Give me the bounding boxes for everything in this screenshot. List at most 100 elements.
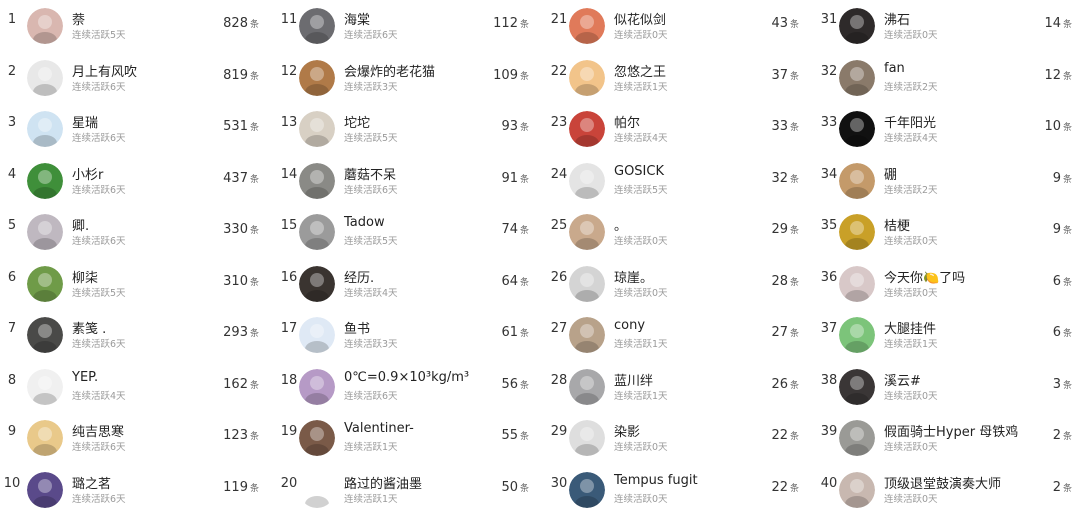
user-name[interactable]: 蓝川绊 bbox=[614, 370, 653, 389]
avatar[interactable] bbox=[839, 214, 875, 250]
leaderboard-row[interactable]: 27cony连续活跃1天27条 bbox=[541, 309, 811, 361]
avatar[interactable] bbox=[569, 266, 605, 302]
avatar[interactable] bbox=[27, 420, 63, 456]
leaderboard-row[interactable]: 22忽悠之王连续活跃1天37条 bbox=[541, 52, 811, 104]
leaderboard-row[interactable]: 16经历.连续活跃4天64条 bbox=[271, 258, 541, 310]
leaderboard-row[interactable]: 4小杉r连续活跃6天437条 bbox=[0, 155, 271, 207]
user-name[interactable]: 星瑞 bbox=[72, 112, 98, 131]
user-name[interactable]: cony bbox=[614, 318, 645, 333]
user-name[interactable]: 纯吉思寒 bbox=[72, 421, 124, 440]
user-name[interactable]: 蘑菇不呆 bbox=[344, 164, 396, 183]
leaderboard-row[interactable]: 26琼崖。连续活跃0天28条 bbox=[541, 258, 811, 310]
leaderboard-row[interactable]: 14蘑菇不呆连续活跃6天91条 bbox=[271, 155, 541, 207]
avatar[interactable] bbox=[569, 163, 605, 199]
user-name[interactable]: 海棠 bbox=[344, 9, 370, 28]
avatar[interactable] bbox=[299, 472, 335, 508]
avatar[interactable] bbox=[299, 163, 335, 199]
leaderboard-row[interactable]: 2月上有风吹连续活跃6天819条 bbox=[0, 52, 271, 104]
leaderboard-row[interactable]: 1萘连续活跃5天828条 bbox=[0, 0, 271, 52]
user-name[interactable]: 忽悠之王 bbox=[614, 61, 666, 80]
leaderboard-row[interactable]: 15Tadow连续活跃5天74条 bbox=[271, 206, 541, 258]
user-name[interactable]: 经历. bbox=[344, 267, 374, 286]
avatar[interactable] bbox=[27, 214, 63, 250]
leaderboard-row[interactable]: 33千年阳光连续活跃4天10条 bbox=[811, 103, 1080, 155]
user-name[interactable]: Tadow bbox=[344, 215, 385, 230]
leaderboard-row[interactable]: 30Tempus fugit连续活跃0天22条 bbox=[541, 464, 811, 515]
avatar[interactable] bbox=[27, 111, 63, 147]
avatar[interactable] bbox=[299, 60, 335, 96]
avatar[interactable] bbox=[27, 472, 63, 508]
avatar[interactable] bbox=[839, 8, 875, 44]
leaderboard-row[interactable]: 11海棠连续活跃6天112条 bbox=[271, 0, 541, 52]
avatar[interactable] bbox=[839, 60, 875, 96]
avatar[interactable] bbox=[299, 214, 335, 250]
user-name[interactable]: 大腿挂件 bbox=[884, 318, 936, 337]
leaderboard-row[interactable]: 19Valentiner-连续活跃1天55条 bbox=[271, 412, 541, 464]
avatar[interactable] bbox=[299, 8, 335, 44]
avatar[interactable] bbox=[27, 369, 63, 405]
avatar[interactable] bbox=[569, 214, 605, 250]
avatar[interactable] bbox=[27, 8, 63, 44]
avatar[interactable] bbox=[569, 369, 605, 405]
avatar[interactable] bbox=[299, 369, 335, 405]
user-name[interactable]: 会爆炸的老花猫 bbox=[344, 61, 435, 80]
leaderboard-row[interactable]: 8YEP.连续活跃4天162条 bbox=[0, 361, 271, 413]
leaderboard-row[interactable]: 35桔梗连续活跃0天9条 bbox=[811, 206, 1080, 258]
leaderboard-row[interactable]: 3星瑞连续活跃6天531条 bbox=[0, 103, 271, 155]
user-name[interactable]: 萘 bbox=[72, 9, 85, 28]
leaderboard-row[interactable]: 24GOSICK连续活跃5天32条 bbox=[541, 155, 811, 207]
user-name[interactable]: 溪云# bbox=[884, 370, 921, 389]
leaderboard-row[interactable]: 12会爆炸的老花猫连续活跃3天109条 bbox=[271, 52, 541, 104]
user-name[interactable]: 。 bbox=[614, 215, 627, 234]
leaderboard-row[interactable]: 37大腿挂件连续活跃1天6条 bbox=[811, 309, 1080, 361]
avatar[interactable] bbox=[839, 369, 875, 405]
leaderboard-row[interactable]: 9纯吉思寒连续活跃6天123条 bbox=[0, 412, 271, 464]
user-name[interactable]: 似花似剑 bbox=[614, 9, 666, 28]
avatar[interactable] bbox=[27, 266, 63, 302]
user-name[interactable]: 璐之茗 bbox=[72, 473, 111, 492]
avatar[interactable] bbox=[839, 420, 875, 456]
leaderboard-row[interactable]: 23帕尔连续活跃4天33条 bbox=[541, 103, 811, 155]
avatar[interactable] bbox=[839, 472, 875, 508]
user-name[interactable]: 千年阳光 bbox=[884, 112, 936, 131]
leaderboard-row[interactable]: 21似花似剑连续活跃0天43条 bbox=[541, 0, 811, 52]
avatar[interactable] bbox=[839, 317, 875, 353]
leaderboard-row[interactable]: 10璐之茗连续活跃6天119条 bbox=[0, 464, 271, 515]
user-name[interactable]: GOSICK bbox=[614, 164, 664, 179]
user-name[interactable]: fan bbox=[884, 61, 905, 76]
avatar[interactable] bbox=[299, 317, 335, 353]
user-name[interactable]: 柳柒 bbox=[72, 267, 98, 286]
user-name[interactable]: 硼 bbox=[884, 164, 897, 183]
avatar[interactable] bbox=[299, 266, 335, 302]
user-name[interactable]: 鱼书 bbox=[344, 318, 370, 337]
avatar[interactable] bbox=[569, 317, 605, 353]
user-name[interactable]: 素笺 . bbox=[72, 318, 106, 337]
user-name[interactable]: 卿. bbox=[72, 215, 89, 234]
leaderboard-row[interactable]: 13坨坨连续活跃5天93条 bbox=[271, 103, 541, 155]
leaderboard-row[interactable]: 39假面骑士Hyper 母铁鸡连续活跃0天2条 bbox=[811, 412, 1080, 464]
user-name[interactable]: 月上有风吹 bbox=[72, 61, 137, 80]
user-name[interactable]: 染影 bbox=[614, 421, 640, 440]
user-name[interactable]: Tempus fugit bbox=[614, 473, 698, 488]
avatar[interactable] bbox=[569, 8, 605, 44]
leaderboard-row[interactable]: 7素笺 .连续活跃6天293条 bbox=[0, 309, 271, 361]
leaderboard-row[interactable]: 34硼连续活跃2天9条 bbox=[811, 155, 1080, 207]
leaderboard-row[interactable]: 29染影连续活跃0天22条 bbox=[541, 412, 811, 464]
avatar[interactable] bbox=[27, 60, 63, 96]
avatar[interactable] bbox=[27, 317, 63, 353]
avatar[interactable] bbox=[27, 163, 63, 199]
avatar[interactable] bbox=[839, 163, 875, 199]
avatar[interactable] bbox=[569, 111, 605, 147]
avatar[interactable] bbox=[839, 266, 875, 302]
avatar[interactable] bbox=[569, 420, 605, 456]
avatar[interactable] bbox=[569, 472, 605, 508]
user-name[interactable]: 顶级退堂鼓演奏大师 bbox=[884, 473, 1001, 492]
leaderboard-row[interactable]: 32fan连续活跃2天12条 bbox=[811, 52, 1080, 104]
user-name[interactable]: 小杉r bbox=[72, 164, 103, 183]
avatar[interactable] bbox=[569, 60, 605, 96]
leaderboard-row[interactable]: 20路过的酱油墨连续活跃1天50条 bbox=[271, 464, 541, 515]
leaderboard-row[interactable]: 36今天你🍋了吗连续活跃0天6条 bbox=[811, 258, 1080, 310]
user-name[interactable]: Valentiner- bbox=[344, 421, 414, 436]
leaderboard-row[interactable]: 40顶级退堂鼓演奏大师连续活跃0天2条 bbox=[811, 464, 1080, 515]
user-name[interactable]: 沸石 bbox=[884, 9, 910, 28]
